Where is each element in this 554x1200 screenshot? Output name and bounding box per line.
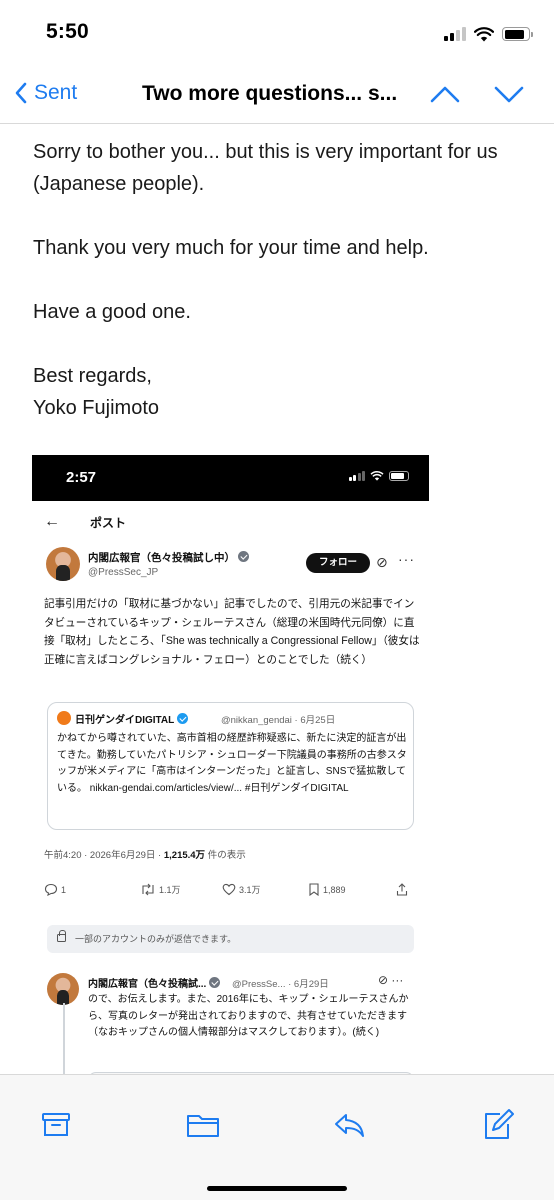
reply-restriction-notice: 一部のアカウントのみが返信できます。 bbox=[47, 925, 414, 953]
email-body: Sorry to bother you... but this is very … bbox=[0, 124, 554, 1074]
bookmark-icon bbox=[309, 883, 319, 896]
bookmark-action: 1,889 bbox=[308, 883, 346, 896]
folder-icon bbox=[187, 1115, 219, 1137]
verified-badge-icon bbox=[238, 551, 249, 562]
embedded-screenshot-image[interactable]: 2:57 ← ポスト 内閣広報官（色々投稿試し中） @PressSec_JP フ… bbox=[32, 455, 429, 1074]
share-action bbox=[396, 883, 408, 896]
verified-badge-icon bbox=[177, 713, 189, 724]
previous-message-button[interactable] bbox=[428, 80, 462, 108]
embedded-post-header: ← ポスト bbox=[32, 501, 429, 545]
quoted-post-card: 日刊ゲンダイDIGITAL @nikkan_gendai · 6月25日 かねて… bbox=[47, 702, 414, 830]
status-icons bbox=[444, 24, 533, 44]
reply-author-name: 内閣広報官（色々投稿試... bbox=[88, 975, 221, 990]
repost-action: 1.1万 bbox=[140, 883, 181, 896]
share-icon bbox=[396, 883, 408, 896]
embedded-status-bar: 2:57 bbox=[32, 455, 429, 501]
avatar bbox=[47, 973, 79, 1005]
email-signature: Yoko Fujimoto bbox=[33, 397, 159, 419]
embedded-post-title: ポスト bbox=[90, 516, 127, 530]
reply-icon bbox=[335, 1114, 364, 1137]
post-author-name: 内閣広報官（色々投稿試し中） bbox=[88, 550, 249, 565]
message-subject-title: Two more questions... s... bbox=[142, 82, 398, 105]
compose-icon bbox=[485, 1109, 514, 1139]
quoted-author-handle: @nikkan_gendai · 6月25日 bbox=[221, 715, 336, 726]
wifi-icon bbox=[474, 26, 494, 41]
email-paragraph: Sorry to bother you... but this is very … bbox=[33, 141, 498, 195]
email-paragraph: Have a good one. bbox=[33, 301, 191, 323]
post-metadata: 午前4:20 · 2026年6月29日 · 1,215.4万 件の表示 bbox=[44, 850, 246, 861]
post-author-handle: @PressSec_JP bbox=[88, 567, 159, 578]
view-count: 1,215.4万 bbox=[163, 850, 206, 861]
quoted-account-logo bbox=[57, 711, 71, 725]
heart-icon bbox=[222, 883, 236, 896]
status-bar: 5:50 bbox=[0, 0, 554, 62]
email-paragraph: Thank you very much for your time and he… bbox=[33, 237, 429, 259]
next-message-button[interactable] bbox=[492, 80, 526, 108]
chevron-left-icon bbox=[15, 82, 27, 104]
email-signoff: Best regards, bbox=[33, 365, 152, 387]
grok-icon: ⊘ bbox=[376, 554, 388, 570]
back-button[interactable]: Sent bbox=[14, 78, 77, 108]
reply-more-icons: ⊘ ··· bbox=[378, 973, 404, 987]
post-text: 記事引用だけの「取材に基づかない」記事でしたので、引用元の米記事でインタビューさ… bbox=[44, 598, 420, 666]
archive-button[interactable] bbox=[36, 1105, 76, 1145]
avatar bbox=[46, 547, 80, 581]
follow-button: フォロー bbox=[306, 553, 370, 573]
wifi-icon bbox=[370, 471, 384, 481]
repost-icon bbox=[142, 883, 154, 896]
embedded-status-time: 2:57 bbox=[66, 469, 97, 486]
reply-author-handle: @PressSe... · 6月29日 bbox=[232, 979, 329, 990]
thread-line bbox=[63, 1003, 65, 1074]
mail-toolbar bbox=[0, 1074, 554, 1200]
reply-button[interactable] bbox=[330, 1105, 370, 1145]
quoted-post-text: かねてから噂されていた、高市首相の経歴詐称疑惑に、新たに決定的証言が出てきた。勤… bbox=[57, 733, 407, 794]
quoted-author-name: 日刊ゲンダイDIGITAL bbox=[75, 711, 189, 726]
status-time: 5:50 bbox=[46, 20, 89, 43]
move-to-folder-button[interactable] bbox=[183, 1105, 223, 1145]
arrow-left-icon: ← bbox=[44, 513, 60, 530]
archive-icon bbox=[42, 1113, 70, 1136]
cellular-signal-icon bbox=[348, 471, 365, 481]
chevron-down-icon bbox=[494, 86, 524, 103]
battery-icon bbox=[502, 27, 533, 41]
more-options-icon: ··· bbox=[398, 551, 415, 567]
reply-text: ので、お伝えします。また、2016年にも、キップ・シェルーテスさんから、写真のレ… bbox=[88, 994, 409, 1038]
comment-icon bbox=[44, 883, 58, 896]
home-indicator bbox=[207, 1186, 347, 1191]
post-actions: 1 1.1万 3.1万 1,889 bbox=[44, 883, 414, 903]
like-action: 3.1万 bbox=[222, 883, 261, 896]
cellular-signal-icon bbox=[444, 27, 466, 41]
verified-badge-icon bbox=[209, 977, 221, 988]
compose-button[interactable] bbox=[478, 1105, 518, 1145]
mail-nav-bar: Sent Two more questions... s... bbox=[0, 62, 554, 124]
embedded-status-icons bbox=[348, 471, 409, 481]
battery-icon bbox=[389, 471, 409, 481]
lock-icon bbox=[57, 930, 66, 942]
chevron-up-icon bbox=[430, 86, 460, 103]
back-label: Sent bbox=[34, 81, 78, 104]
reply-action: 1 bbox=[44, 883, 66, 896]
